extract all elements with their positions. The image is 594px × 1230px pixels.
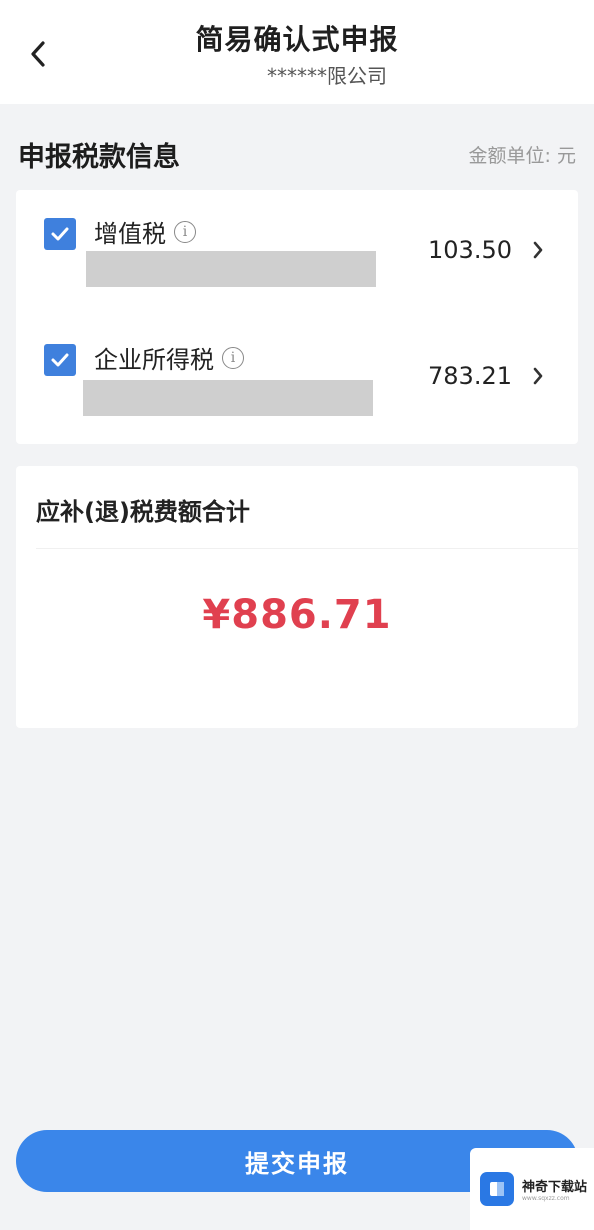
app-header: 简易确认式申报 ******限公司 bbox=[0, 0, 594, 104]
check-icon bbox=[51, 227, 69, 241]
page-title: 简易确认式申报 bbox=[195, 23, 399, 56]
total-label: 应补(退)税费额合计 bbox=[36, 498, 250, 526]
watermark-text: 神奇下载站 www.sqxzz.com bbox=[522, 1176, 587, 1202]
company-name: ******限公司 bbox=[267, 64, 387, 88]
chevron-right-icon[interactable] bbox=[528, 238, 548, 262]
tax-row-corporate-income[interactable]: 企业所得税 i 783.21 bbox=[16, 332, 578, 442]
corporate-income-checkbox[interactable] bbox=[44, 344, 76, 376]
tax-name: 增值税 bbox=[94, 220, 166, 248]
vat-checkbox[interactable] bbox=[44, 218, 76, 250]
section-title: 申报税款信息 bbox=[18, 141, 180, 173]
divider bbox=[36, 548, 578, 549]
cube-logo-icon bbox=[480, 1172, 514, 1206]
check-icon bbox=[51, 353, 69, 367]
info-icon[interactable]: i bbox=[222, 346, 244, 369]
tax-name: 企业所得税 bbox=[94, 346, 214, 374]
chevron-right-icon[interactable] bbox=[528, 364, 548, 388]
redacted-detail bbox=[86, 251, 376, 287]
amount-unit-label: 金额单位: 元 bbox=[468, 144, 576, 167]
watermark-url: www.sqxzz.com bbox=[522, 1195, 570, 1202]
info-icon[interactable]: i bbox=[174, 220, 196, 243]
tax-amount: 103.50 bbox=[428, 236, 512, 264]
site-watermark: 神奇下载站 www.sqxzz.com bbox=[470, 1148, 594, 1230]
tax-name-wrap: 企业所得税 i bbox=[94, 340, 244, 375]
redacted-detail bbox=[83, 380, 373, 416]
tax-name-wrap: 增值税 i bbox=[94, 214, 196, 249]
watermark-name: 神奇下载站 bbox=[522, 1180, 588, 1195]
tax-list-card: 增值税 i 103.50 企业所得税 i 783.21 bbox=[16, 190, 578, 444]
section-header: 申报税款信息 金额单位: 元 bbox=[18, 134, 576, 174]
total-card: 应补(退)税费额合计 ¥886.71 bbox=[16, 466, 578, 728]
tax-amount: 783.21 bbox=[428, 362, 512, 390]
tax-row-vat[interactable]: 增值税 i 103.50 bbox=[16, 206, 578, 316]
total-amount: ¥886.71 bbox=[202, 592, 392, 638]
